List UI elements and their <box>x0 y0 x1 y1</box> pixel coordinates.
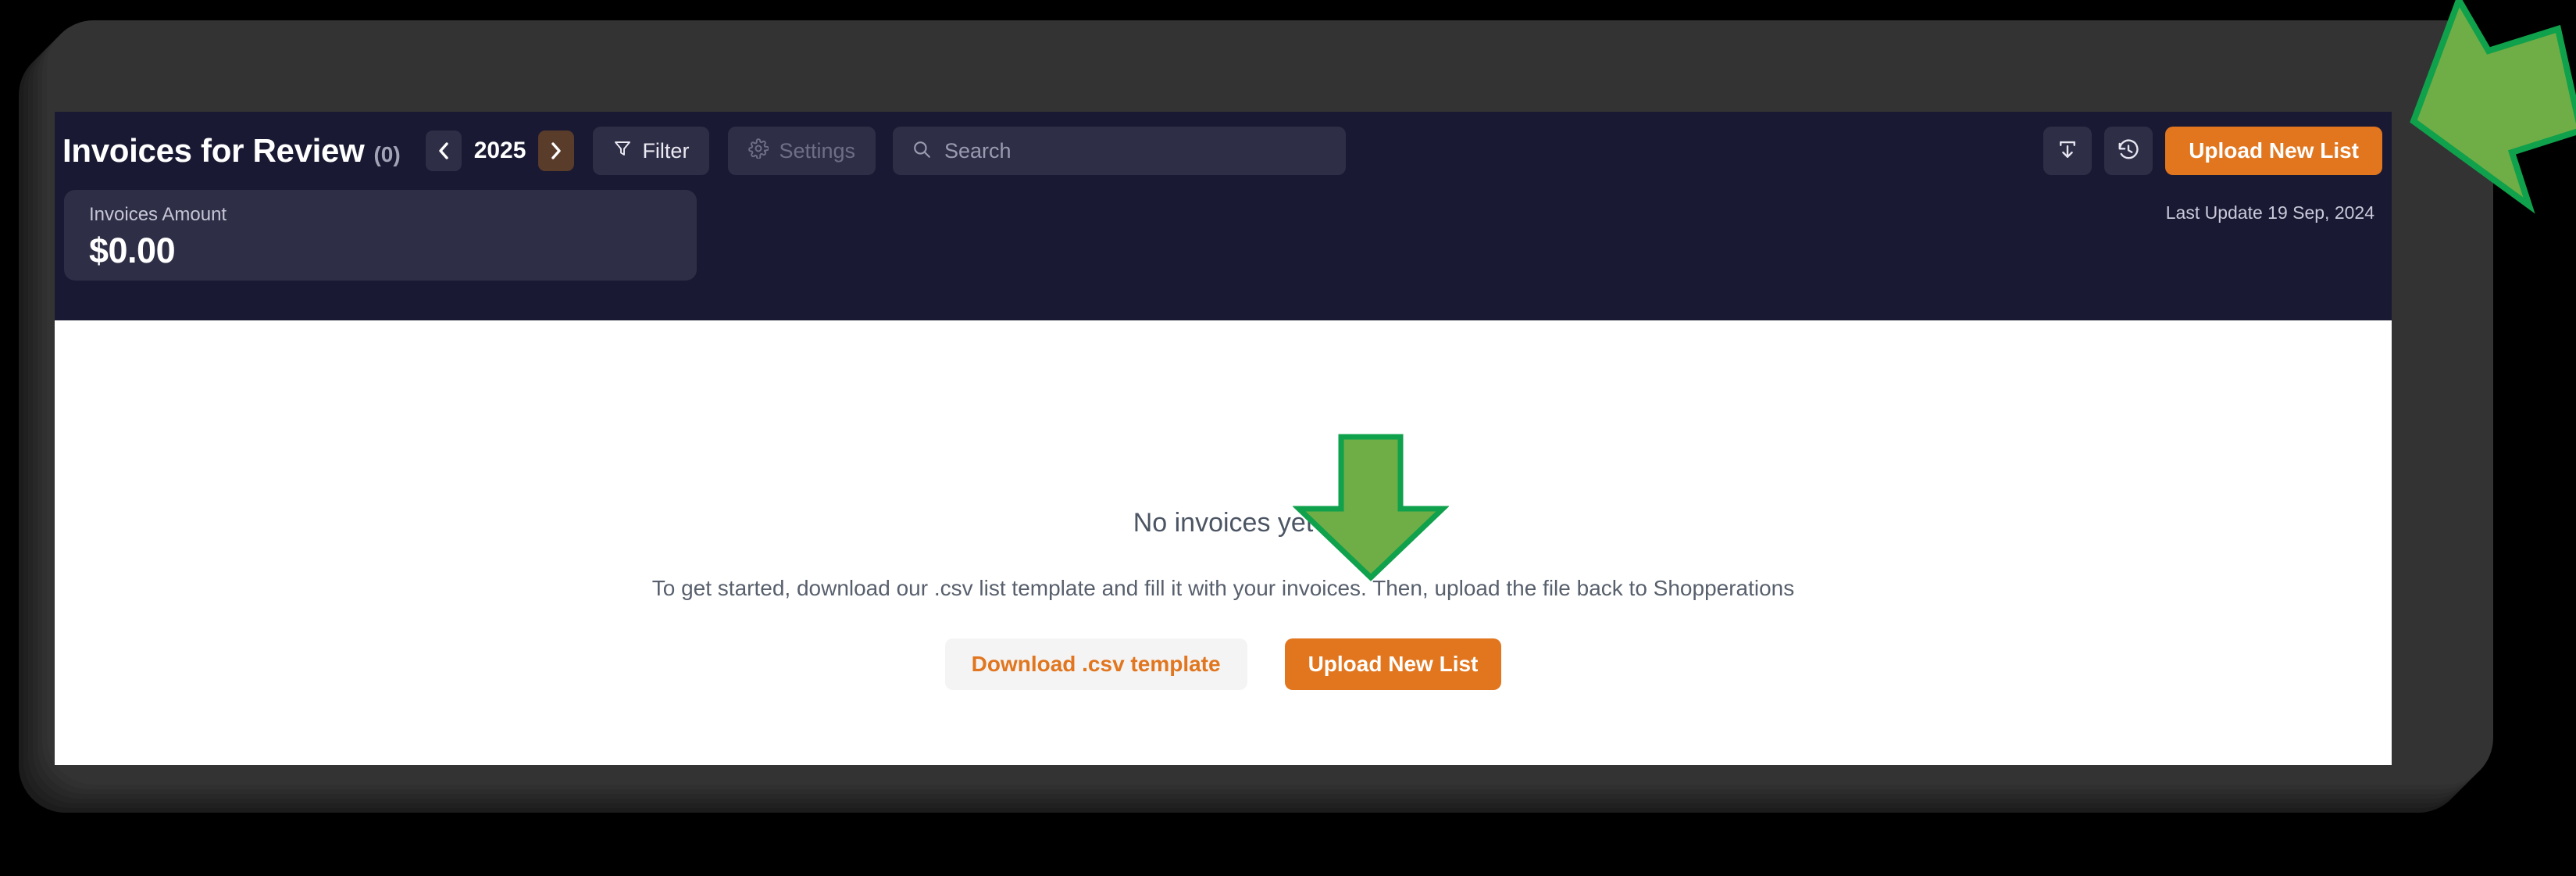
history-button[interactable] <box>2104 127 2153 175</box>
invoices-amount-value: $0.00 <box>89 231 176 270</box>
empty-upload-new-list-button[interactable]: Upload New List <box>1284 638 1502 690</box>
gear-icon <box>748 138 770 164</box>
filter-button[interactable]: Filter <box>593 127 710 175</box>
page-title: Invoices for Review (0) <box>62 132 401 170</box>
empty-state: No invoices yet To get started, download… <box>55 320 2392 765</box>
page-title-count: (0) <box>373 142 401 166</box>
download-button[interactable] <box>2043 127 2093 175</box>
settings-button[interactable]: Settings <box>728 127 876 175</box>
prev-year-button[interactable] <box>425 131 462 171</box>
empty-state-actions: Download .csv template Upload New List <box>944 638 1502 690</box>
search-icon <box>912 139 932 163</box>
screenshot-canvas: Invoices for Review (0) 2025 Filter Sett… <box>0 0 2576 876</box>
download-tray-icon <box>2056 138 2079 164</box>
filter-label: Filter <box>642 138 690 163</box>
year-label: 2025 <box>473 138 526 163</box>
app-window: Invoices for Review (0) 2025 Filter Sett… <box>55 112 2392 765</box>
toolbar: Invoices for Review (0) 2025 Filter Sett… <box>55 112 2392 190</box>
funnel-icon <box>613 139 632 163</box>
toolbar-actions: Upload New List <box>2043 127 2392 175</box>
history-clock-icon <box>2117 138 2140 164</box>
next-year-button[interactable] <box>538 131 575 171</box>
page-header: Invoices for Review (0) 2025 Filter Sett… <box>55 112 2392 320</box>
page-title-text: Invoices for Review <box>62 132 365 169</box>
year-navigator: 2025 <box>425 131 575 171</box>
empty-state-description: To get started, download our .csv list t… <box>651 576 1795 600</box>
settings-label: Settings <box>779 138 855 163</box>
chevron-right-icon <box>548 139 565 163</box>
upload-new-list-button[interactable]: Upload New List <box>2165 127 2382 175</box>
empty-state-title: No invoices yet <box>1133 508 1314 538</box>
search-input[interactable]: Search <box>893 127 1346 175</box>
download-csv-template-button[interactable]: Download .csv template <box>944 638 1247 690</box>
invoices-amount-label: Invoices Amount <box>89 204 227 225</box>
last-update-text: Last Update 19 Sep, 2024 <box>2165 202 2374 223</box>
chevron-left-icon <box>435 139 452 163</box>
stats-row: Invoices Amount $0.00 Last Update 19 Sep… <box>55 190 2392 281</box>
search-placeholder: Search <box>944 138 1011 163</box>
invoices-amount-card: Invoices Amount $0.00 <box>64 190 697 281</box>
